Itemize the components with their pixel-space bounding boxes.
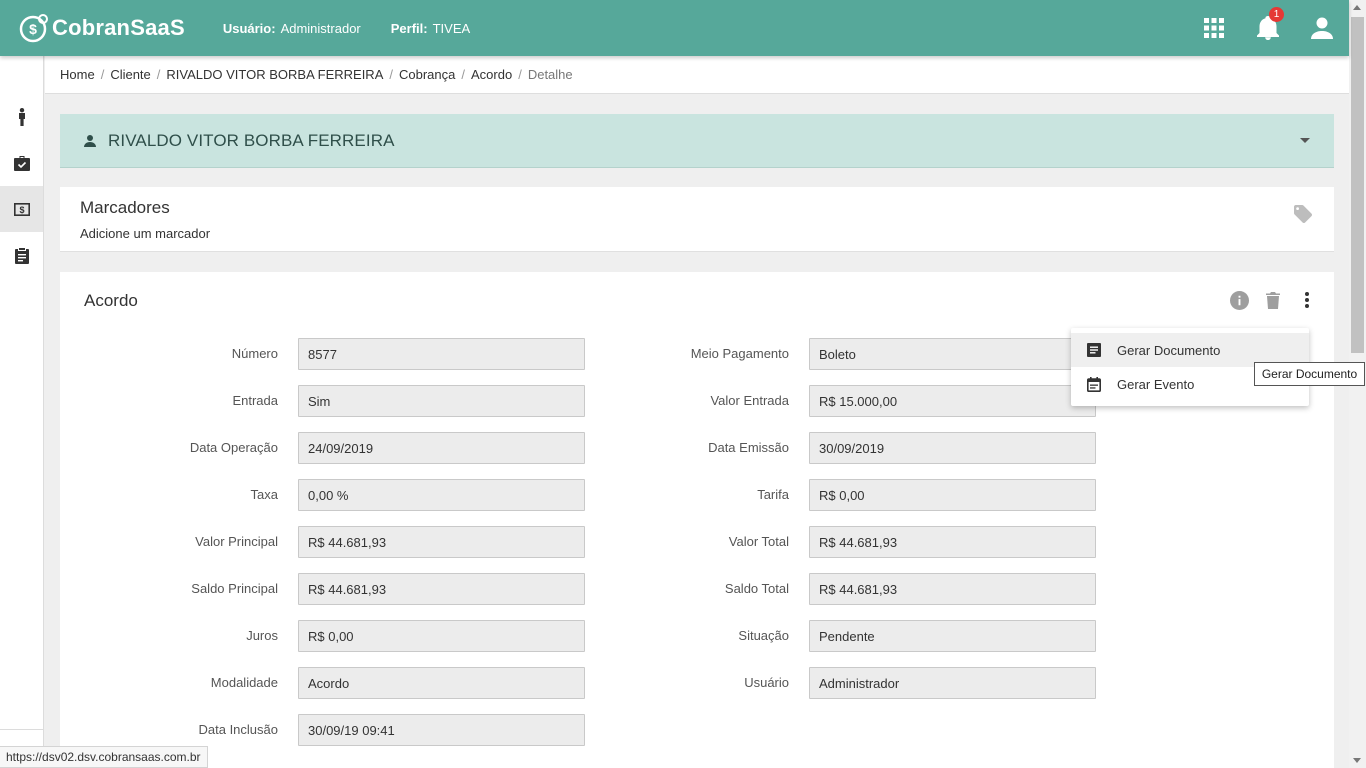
clipboard-icon xyxy=(14,247,29,264)
notification-badge: 1 xyxy=(1269,7,1284,22)
status-url: https://dsv02.dsv.cobransaas.com.br xyxy=(0,746,208,768)
juros-field[interactable]: R$ 0,00 xyxy=(298,620,585,652)
add-tag-link[interactable]: Adicione um marcador xyxy=(80,226,210,241)
caret-down-icon[interactable] xyxy=(1300,138,1310,143)
numero-field[interactable]: 8577 xyxy=(298,338,585,370)
header-profile-label: Perfil: xyxy=(390,20,428,36)
menu-item-label: Gerar Evento xyxy=(1117,376,1195,392)
agreement-title: Acordo xyxy=(84,291,138,310)
scroll-up-arrow-icon[interactable] xyxy=(1353,5,1361,10)
valor-total-field[interactable]: R$ 44.681,93 xyxy=(809,526,1096,558)
header-user-value: Administrador xyxy=(280,20,361,36)
field-label: Saldo Principal xyxy=(191,581,278,596)
tags-card: Marcadores Adicione um marcador xyxy=(60,187,1334,252)
header-profile-value: TIVEA xyxy=(432,20,471,36)
header-user: Usuário: Administrador xyxy=(223,21,361,36)
breadcrumb: Home / Cliente / RIVALDO VITOR BORBA FERRE… xyxy=(45,56,1349,94)
breadcrumb-acordo[interactable]: Acordo xyxy=(471,67,512,82)
field-label: Valor Principal xyxy=(195,534,278,549)
nav-item-briefcase[interactable] xyxy=(0,140,43,186)
breadcrumb-detalhe: Detalhe xyxy=(527,67,573,82)
field-label: Juros xyxy=(246,628,278,643)
field-label: Valor Total xyxy=(728,534,789,549)
account-button[interactable] xyxy=(1295,0,1349,56)
info-icon xyxy=(1229,290,1249,310)
scroll-down-arrow-icon[interactable] xyxy=(1353,758,1361,763)
more-vertical-icon xyxy=(1305,292,1309,308)
side-nav: $ xyxy=(0,56,44,768)
apps-button[interactable] xyxy=(1187,0,1241,56)
header-user-label: Usuário: xyxy=(222,20,276,36)
breadcrumb-home[interactable]: Home xyxy=(60,67,95,82)
field-label: Data Operação xyxy=(189,440,278,455)
nav-item-money[interactable]: $ xyxy=(0,186,43,232)
logo-icon: $ xyxy=(19,14,48,43)
delete-button[interactable] xyxy=(1262,289,1284,311)
nav-item-person[interactable] xyxy=(0,94,43,140)
logo-text: CobranSaaS xyxy=(52,15,185,40)
meio-pagamento-field[interactable]: Boleto xyxy=(809,338,1096,370)
field-label: Usuário xyxy=(744,675,789,690)
tarifa-field[interactable]: R$ 0,00 xyxy=(809,479,1096,511)
svg-text:$: $ xyxy=(29,21,37,37)
field-label: Entrada xyxy=(232,393,278,408)
trash-icon xyxy=(1266,291,1280,309)
svg-text:$: $ xyxy=(19,205,24,215)
field-label: Meio Pagamento xyxy=(690,346,789,361)
person-icon xyxy=(84,134,96,147)
field-label: Modalidade xyxy=(210,675,278,690)
breadcrumb-cliente[interactable]: Cliente xyxy=(110,67,150,82)
apps-grid-icon xyxy=(1204,18,1224,38)
top-app-bar: $ CobranSaaS Usuário: Administrador Perf… xyxy=(0,0,1349,56)
tags-title: Marcadores xyxy=(80,198,170,217)
field-label: Tarifa xyxy=(757,487,789,502)
saldo-total-field[interactable]: R$ 44.681,93 xyxy=(809,573,1096,605)
field-label: Situação xyxy=(738,628,789,643)
notifications-button[interactable]: 1 xyxy=(1241,0,1295,56)
client-name: RIVALDO VITOR BORBA FERREIRA xyxy=(108,130,395,150)
more-options-button[interactable] xyxy=(1296,289,1318,311)
field-label: Data Inclusão xyxy=(198,722,279,737)
data-operacao-field[interactable]: 24/09/2019 xyxy=(298,432,585,464)
tag-icon[interactable] xyxy=(1294,205,1312,223)
field-label: Taxa xyxy=(250,487,278,502)
scrollbar-thumb[interactable] xyxy=(1351,17,1364,353)
client-panel[interactable]: RIVALDO VITOR BORBA FERREIRA xyxy=(60,114,1334,168)
person-icon xyxy=(18,108,25,126)
document-icon xyxy=(1087,343,1101,357)
taxa-field[interactable]: 0,00 % xyxy=(298,479,585,511)
briefcase-icon xyxy=(13,155,30,171)
entrada-field[interactable]: Sim xyxy=(298,385,585,417)
data-emissao-field[interactable]: 30/09/2019 xyxy=(809,432,1096,464)
situacao-field[interactable]: Pendente xyxy=(809,620,1096,652)
nav-item-clipboard[interactable] xyxy=(0,232,43,278)
field-label: Data Emissão xyxy=(708,440,789,455)
tooltip: Gerar Documento xyxy=(1254,362,1365,386)
event-icon xyxy=(1087,376,1101,392)
breadcrumb-cobranca[interactable]: Cobrança xyxy=(399,67,455,82)
header-profile: Perfil: TIVEA xyxy=(391,21,470,36)
modalidade-field[interactable]: Acordo xyxy=(298,667,585,699)
breadcrumb-client-name[interactable]: RIVALDO VITOR BORBA FERREIRA xyxy=(166,67,383,82)
valor-entrada-field[interactable]: R$ 15.000,00 xyxy=(809,385,1096,417)
valor-principal-field[interactable]: R$ 44.681,93 xyxy=(298,526,585,558)
info-button[interactable] xyxy=(1228,289,1250,311)
field-label: Número xyxy=(231,346,278,361)
logo[interactable]: $ CobranSaaS xyxy=(19,13,185,43)
money-icon: $ xyxy=(13,202,30,216)
usuario-field[interactable]: Administrador xyxy=(809,667,1096,699)
saldo-principal-field[interactable]: R$ 44.681,93 xyxy=(298,573,585,605)
field-label: Valor Entrada xyxy=(710,393,789,408)
field-label: Saldo Total xyxy=(724,581,789,596)
data-inclusao-field[interactable]: 30/09/19 09:41 xyxy=(298,714,585,746)
account-icon xyxy=(1311,17,1333,39)
menu-item-label: Gerar Documento xyxy=(1117,342,1221,358)
